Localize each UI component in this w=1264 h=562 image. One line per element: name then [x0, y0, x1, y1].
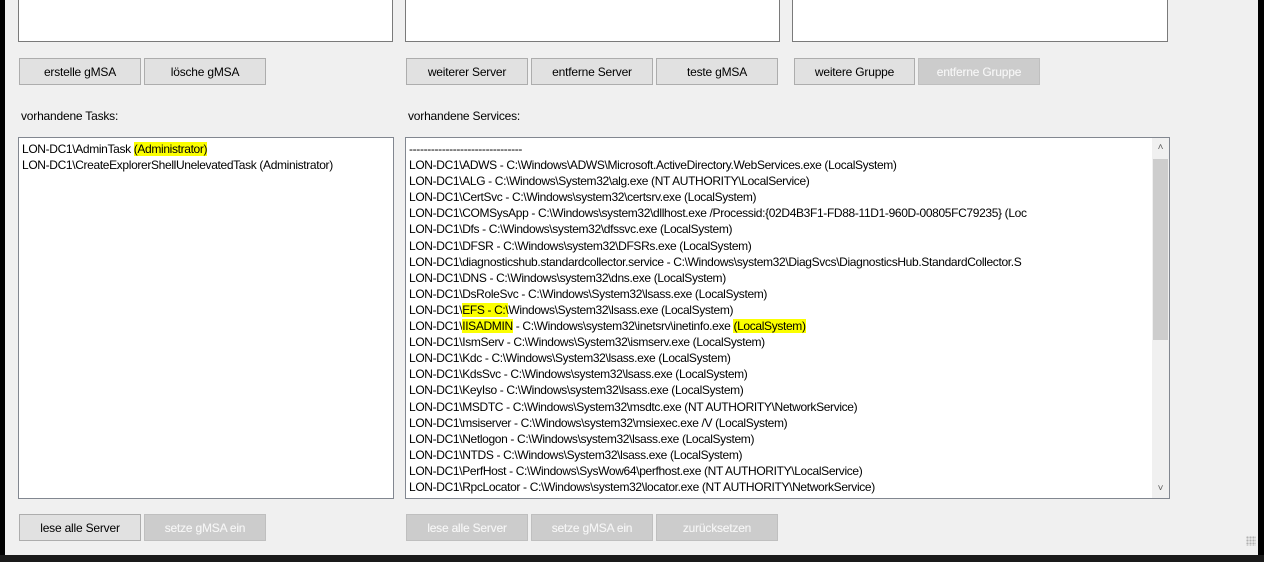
apply-gmsa-button-2[interactable]: setze gMSA ein — [531, 514, 653, 541]
list-item-text: LON-DC1\PerfHost - C:\Windows\SysWow64\p… — [409, 463, 863, 478]
list-item-text: - C:\Windows\system32\inetsrv\inetinfo.e… — [512, 319, 734, 334]
highlighted-text: (LocalSystem) — [733, 319, 806, 334]
highlighted-text: (Administrator) — [133, 142, 208, 156]
reset-button[interactable]: zurücksetzen — [656, 514, 778, 541]
list-item-text: LON-DC1\ALG - C:\Windows\System32\alg.ex… — [409, 174, 810, 189]
list-item-text: LON-DC1\CreateExplorerShellUnelevatedTas… — [22, 158, 333, 173]
list-item[interactable]: LON-DC1\COMSysApp - C:\Windows\system32\… — [409, 205, 1147, 221]
highlighted-text: IISADMIN — [462, 319, 513, 334]
services-listbox[interactable]: ------------------------------- LON-DC1\A… — [405, 137, 1170, 499]
server-list-top-box[interactable] — [18, 0, 393, 42]
delete-gmsa-button[interactable]: lösche gMSA — [144, 58, 266, 85]
list-item[interactable]: LON-DC1\KeyIso - C:\Windows\system32\lsa… — [409, 382, 1147, 398]
list-item-text: LON-DC1\CertSvc - C:\Windows\system32\ce… — [409, 190, 757, 205]
create-gmsa-button[interactable]: erstelle gMSA — [19, 58, 141, 85]
list-item[interactable]: ------------------------------- — [409, 141, 1147, 157]
resize-grip-icon[interactable] — [1246, 536, 1256, 546]
add-group-button[interactable]: weitere Gruppe — [794, 58, 915, 85]
list-item[interactable]: LON-DC1\AdminTask (Administrator) — [22, 141, 333, 157]
list-item[interactable]: LON-DC1\MSDTC - C:\Windows\System32\msdt… — [409, 399, 1147, 415]
list-item-text: LON-DC1\KeyIso - C:\Windows\system32\lsa… — [409, 383, 744, 398]
remove-server-button[interactable]: entferne Server — [531, 58, 653, 85]
list-item-text: ------------------------------- — [409, 142, 523, 156]
list-item[interactable]: LON-DC1\Dfs - C:\Windows\system32\dfssvc… — [409, 221, 1147, 237]
list-item-text: LON-DC1\diagnosticshub.standardcollector… — [409, 254, 1022, 269]
group-list-top-box[interactable] — [792, 0, 1168, 42]
services-scrollbar[interactable]: ˄ ˅ — [1152, 138, 1169, 498]
list-item[interactable]: LON-DC1\RpcLocator - C:\Windows\system32… — [409, 479, 1147, 495]
gmsa-window: erstelle gMSA lösche gMSA weiterer Serve… — [5, 0, 1258, 555]
list-item-text: LON-DC1\DsRoleSvc - C:\Windows\System32\… — [409, 286, 768, 301]
list-item[interactable]: LON-DC1\DsRoleSvc - C:\Windows\System32\… — [409, 286, 1147, 302]
scrollbar-thumb[interactable] — [1153, 159, 1168, 340]
scroll-up-arrow-icon[interactable]: ˄ — [1152, 139, 1169, 156]
list-item[interactable]: LON-DC1\EFS - C:\Windows\System32\lsass.… — [409, 302, 1147, 318]
list-item-text: LON-DC1\DNS - C:\Windows\system32\dns.ex… — [409, 270, 726, 285]
list-item-text: LON-DC1\Kdc - C:\Windows\System32\lsass.… — [409, 351, 731, 366]
list-item-text: LON-DC1\msiserver - C:\Windows\system32\… — [409, 415, 788, 430]
list-item[interactable]: LON-DC1\CreateExplorerShellUnelevatedTas… — [22, 157, 333, 173]
list-item-text: LON-DC1\NTDS - C:\Windows\System32\lsass… — [409, 447, 743, 462]
list-item-text: LON-DC1\Dfs - C:\Windows\system32\dfssvc… — [409, 222, 733, 237]
list-item[interactable]: LON-DC1\PerfHost - C:\Windows\SysWow64\p… — [409, 463, 1147, 479]
tasks-label: vorhandene Tasks: — [21, 109, 119, 123]
list-item[interactable]: LON-DC1\diagnosticshub.standardcollector… — [409, 254, 1147, 270]
list-item-text: LON-DC1\RpcLocator - C:\Windows\system32… — [409, 479, 875, 494]
apply-gmsa-button[interactable]: setze gMSA ein — [144, 514, 266, 541]
list-item[interactable]: LON-DC1\ADWS - C:\Windows\ADWS\Microsoft… — [409, 157, 1147, 173]
add-server-button[interactable]: weiterer Server — [406, 58, 528, 85]
server-list-middle-box[interactable] — [405, 0, 780, 42]
read-all-servers-button[interactable]: lese alle Server — [19, 514, 141, 541]
list-item-text: LON-DC1\ — [409, 302, 463, 317]
list-item[interactable]: LON-DC1\DNS - C:\Windows\system32\dns.ex… — [409, 270, 1147, 286]
list-item[interactable]: LON-DC1\KdsSvc - C:\Windows\system32\lsa… — [409, 366, 1147, 382]
services-list: ------------------------------- LON-DC1\A… — [409, 141, 1147, 495]
list-item[interactable]: LON-DC1\ALG - C:\Windows\System32\alg.ex… — [409, 173, 1147, 189]
list-item[interactable]: LON-DC1\CertSvc - C:\Windows\system32\ce… — [409, 189, 1147, 205]
read-all-servers-button-2[interactable]: lese alle Server — [406, 514, 528, 541]
list-item-text: LON-DC1\ADWS - C:\Windows\ADWS\Microsoft… — [409, 158, 897, 173]
list-item[interactable]: LON-DC1\IsmServ - C:\Windows\System32\is… — [409, 334, 1147, 350]
list-item[interactable]: LON-DC1\msiserver - C:\Windows\system32\… — [409, 415, 1147, 431]
list-item-text: LON-DC1\ — [409, 319, 463, 334]
list-item[interactable]: LON-DC1\Kdc - C:\Windows\System32\lsass.… — [409, 350, 1147, 366]
test-gmsa-button[interactable]: teste gMSA — [656, 58, 778, 85]
list-item[interactable]: LON-DC1\Netlogon - C:\Windows\system32\l… — [409, 431, 1147, 447]
list-item-text: LON-DC1\MSDTC - C:\Windows\System32\msdt… — [409, 399, 858, 414]
services-label: vorhandene Services: — [408, 109, 521, 123]
window-bottom-border — [0, 555, 1264, 562]
tasks-listbox[interactable]: LON-DC1\AdminTask (Administrator) LON-DC1… — [18, 137, 394, 499]
highlighted-text: EFS - C:\ — [462, 302, 509, 317]
remove-group-button[interactable]: entferne Gruppe — [918, 58, 1040, 85]
list-item-text: LON-DC1\Netlogon - C:\Windows\system32\l… — [409, 431, 755, 446]
list-item[interactable]: LON-DC1\IISADMIN - C:\Windows\system32\i… — [409, 318, 1147, 334]
list-item-text: LON-DC1\DFSR - C:\Windows\system32\DFSRs… — [409, 238, 752, 253]
list-item-text: LON-DC1\KdsSvc - C:\Windows\system32\lsa… — [409, 367, 748, 382]
list-item-text: Windows\System32\lsass.exe (LocalSystem) — [508, 302, 734, 317]
list-item-text: LON-DC1\COMSysApp - C:\Windows\system32\… — [409, 206, 1027, 221]
list-item-text: LON-DC1\AdminTask — [22, 142, 134, 156]
list-item-text: LON-DC1\IsmServ - C:\Windows\System32\is… — [409, 335, 765, 350]
list-item[interactable]: LON-DC1\NTDS - C:\Windows\System32\lsass… — [409, 447, 1147, 463]
list-item[interactable]: LON-DC1\DFSR - C:\Windows\system32\DFSRs… — [409, 238, 1147, 254]
scroll-down-arrow-icon[interactable]: ˅ — [1152, 480, 1169, 497]
tasks-list: LON-DC1\AdminTask (Administrator) LON-DC1… — [22, 141, 333, 173]
